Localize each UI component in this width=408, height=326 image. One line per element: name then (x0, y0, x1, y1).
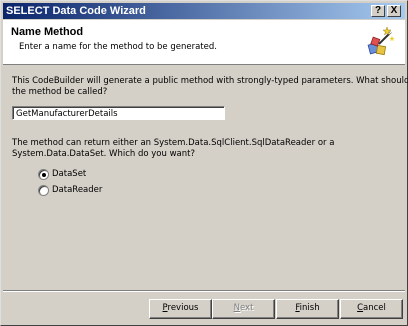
intro-text-line-2: the method be called? (12, 87, 108, 97)
wizard-window: SELECT Data Code Wizard ? X Name Method … (0, 0, 408, 326)
help-button[interactable]: ? (371, 5, 385, 17)
dataset-label: DataSet (52, 169, 87, 179)
title-bar[interactable]: SELECT Data Code Wizard ? X (3, 3, 405, 19)
datareader-label: DataReader (52, 185, 103, 195)
page-subtitle: Enter a name for the method to be genera… (19, 42, 217, 52)
method-name-input[interactable]: GetManufacturerDetails (12, 106, 225, 120)
dataset-radio[interactable] (38, 169, 49, 180)
datareader-radio[interactable] (38, 185, 49, 196)
radio-selected-dot (42, 173, 46, 177)
next-button[interactable]: Next (212, 299, 275, 319)
return-type-text-line-1: The method can return either an System.D… (12, 138, 335, 148)
magic-wand-icon (367, 26, 395, 56)
button-separator (3, 290, 405, 292)
finish-button[interactable]: Finish (276, 299, 339, 319)
return-type-text-line-2: System.Data.DataSet. Which do you want? (12, 149, 195, 159)
previous-button[interactable]: Previous (149, 299, 212, 319)
window-title: SELECT Data Code Wizard (6, 5, 146, 17)
intro-text-line-1: This CodeBuilder will generate a public … (12, 76, 408, 86)
cancel-button[interactable]: Cancel (340, 299, 403, 319)
page-title: Name Method (11, 26, 84, 38)
close-button[interactable]: X (387, 5, 401, 17)
wizard-header: Name Method Enter a name for the method … (3, 20, 405, 65)
